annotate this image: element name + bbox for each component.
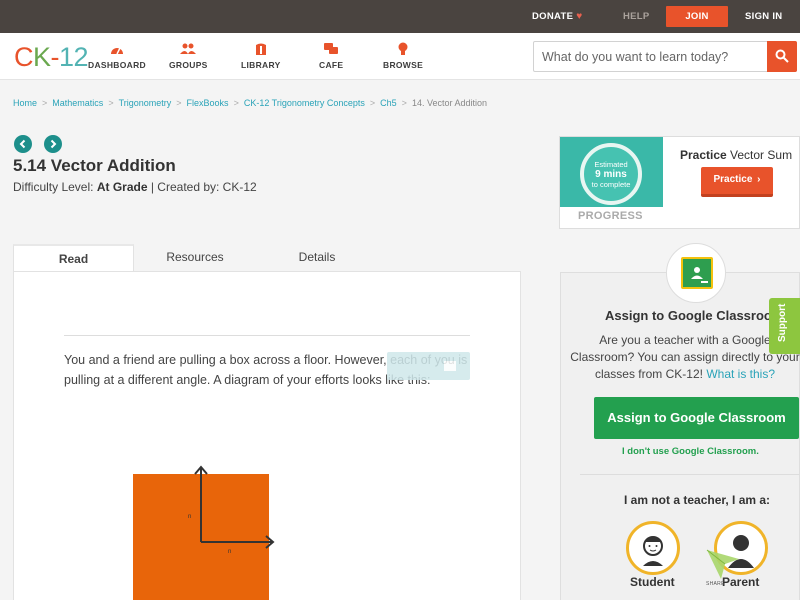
page-title: 5.14 Vector Addition bbox=[13, 156, 176, 175]
share-icon[interactable] bbox=[705, 547, 741, 581]
breadcrumb-ch5[interactable]: Ch5 bbox=[380, 98, 397, 108]
library-icon bbox=[255, 43, 266, 55]
student-role-button[interactable] bbox=[626, 521, 680, 575]
donate-label: DONATE bbox=[532, 11, 574, 22]
difficulty-label: Difficulty Level: bbox=[13, 180, 94, 194]
nav-browse-label: BROWSE bbox=[383, 60, 424, 70]
breadcrumb-separator: > bbox=[233, 98, 239, 108]
student-avatar-icon bbox=[643, 536, 663, 566]
horizontal-vector-label: n bbox=[228, 549, 231, 555]
google-classroom-icon bbox=[681, 257, 713, 289]
top-bar: DONATE ♥ HELP JOIN SIGN IN bbox=[0, 0, 800, 33]
breadcrumb-separator: > bbox=[401, 98, 407, 108]
breadcrumb-trigonometry[interactable]: Trigonometry bbox=[119, 98, 172, 108]
breadcrumb-trig-concepts[interactable]: CK-12 Trigonometry Concepts bbox=[244, 98, 365, 108]
estimate-mins: 9 mins bbox=[595, 169, 627, 180]
support-tab[interactable]: Support bbox=[769, 298, 800, 354]
nav-library-label: LIBRARY bbox=[241, 60, 281, 70]
nav-dashboard-label: DASHBOARD bbox=[88, 60, 146, 70]
tab-resources[interactable]: Resources bbox=[153, 244, 237, 272]
practice-panel: Estimated 9 mins to complete PROGRESS Pr… bbox=[559, 136, 800, 229]
practice-button-label: Practice bbox=[713, 174, 753, 185]
chevron-left-icon bbox=[19, 139, 26, 149]
ck12-logo[interactable]: CK-12 bbox=[14, 42, 89, 73]
created-by: | Created by: CK-12 bbox=[150, 180, 257, 194]
student-label: Student bbox=[630, 575, 675, 589]
search-input[interactable] bbox=[542, 42, 762, 71]
vector-diagram: n n bbox=[133, 465, 275, 600]
not-teacher-label: I am not a teacher, I am a: bbox=[624, 493, 771, 507]
logo-k: K bbox=[33, 42, 51, 72]
lightbulb-icon bbox=[398, 42, 408, 55]
practice-progress-graphic: Estimated 9 mins to complete bbox=[560, 137, 663, 207]
practice-title-topic: Vector Sum bbox=[726, 148, 793, 162]
groups-icon bbox=[180, 43, 197, 54]
nav-cafe[interactable]: CAFE bbox=[319, 42, 343, 70]
nav-groups[interactable]: GROUPS bbox=[169, 42, 208, 70]
nav-dashboard[interactable]: DASHBOARD bbox=[88, 42, 146, 70]
breadcrumb-separator: > bbox=[108, 98, 114, 108]
search-icon bbox=[775, 49, 789, 63]
breadcrumb-mathematics[interactable]: Mathematics bbox=[52, 98, 103, 108]
difficulty-value: At Grade bbox=[96, 180, 148, 194]
practice-title: Practice Vector Sum bbox=[680, 148, 792, 162]
chevron-right-icon: › bbox=[757, 174, 761, 185]
breadcrumb: Home > Mathematics > Trigonometry > FlexBooks >… bbox=[13, 98, 487, 108]
breadcrumb-current: 14. Vector Addition bbox=[411, 98, 487, 108]
share-label: SHARE bbox=[706, 581, 725, 587]
estimate-ring: Estimated 9 mins to complete bbox=[580, 143, 642, 205]
logo-c: C bbox=[14, 42, 34, 72]
breadcrumb-flexbooks[interactable]: FlexBooks bbox=[187, 98, 229, 108]
donate-link[interactable]: DONATE ♥ bbox=[532, 0, 582, 33]
difficulty-meta: Difficulty Level: At Grade | Created by:… bbox=[13, 180, 257, 194]
breadcrumb-home[interactable]: Home bbox=[13, 98, 37, 108]
dashboard-icon bbox=[110, 47, 123, 55]
nav-cafe-label: CAFE bbox=[319, 60, 344, 70]
content-divider bbox=[64, 335, 470, 336]
vertical-vector-label: n bbox=[188, 514, 191, 520]
main-header: CK-12 DASHBOARD GROUPS LIBRARY CAFE BROW… bbox=[0, 33, 800, 80]
google-classroom-description: Are you a teacher with a Google Classroo… bbox=[570, 332, 800, 383]
logo-12: 12 bbox=[59, 42, 89, 72]
nav-browse[interactable]: BROWSE bbox=[383, 42, 423, 70]
gc-divider bbox=[580, 474, 800, 475]
chevron-right-icon bbox=[50, 139, 57, 149]
what-is-this-link[interactable]: What is this? bbox=[706, 367, 775, 381]
sign-in-link[interactable]: SIGN IN bbox=[745, 0, 782, 33]
practice-title-bold: Practice bbox=[680, 148, 727, 162]
breadcrumb-separator: > bbox=[369, 98, 376, 108]
previous-button[interactable] bbox=[14, 135, 32, 153]
estimate-suffix: to complete bbox=[591, 180, 631, 189]
nav-library[interactable]: LIBRARY bbox=[241, 42, 281, 70]
estimate-label: Estimated bbox=[594, 160, 628, 169]
assign-google-classroom-button[interactable]: Assign to Google Classroom bbox=[594, 397, 799, 439]
breadcrumb-separator: > bbox=[42, 98, 48, 108]
next-button[interactable] bbox=[44, 135, 62, 153]
google-classroom-title: Assign to Google Classroom bbox=[605, 308, 784, 323]
progress-label: PROGRESS bbox=[578, 210, 643, 222]
search-box bbox=[533, 41, 797, 72]
chat-bubbles-icon bbox=[324, 43, 339, 54]
practice-button[interactable]: Practice › bbox=[701, 167, 773, 197]
google-classroom-logo-wrap bbox=[666, 243, 726, 303]
heart-icon: ♥ bbox=[576, 11, 583, 22]
note-icon bbox=[444, 361, 456, 371]
tab-details[interactable]: Details bbox=[281, 244, 353, 272]
logo-dash: - bbox=[50, 42, 60, 72]
support-label: Support bbox=[777, 303, 788, 342]
join-button[interactable]: JOIN bbox=[666, 6, 728, 27]
search-button[interactable] bbox=[767, 41, 797, 72]
help-link[interactable]: HELP bbox=[623, 0, 650, 33]
annotation-toolbar[interactable] bbox=[387, 352, 470, 380]
dont-use-classroom-link[interactable]: I don't use Google Classroom. bbox=[622, 446, 759, 457]
breadcrumb-separator: > bbox=[176, 98, 182, 108]
content-tabs: Read Resources Details bbox=[13, 244, 521, 273]
tab-read[interactable]: Read bbox=[13, 244, 134, 273]
nav-groups-label: GROUPS bbox=[169, 60, 208, 70]
